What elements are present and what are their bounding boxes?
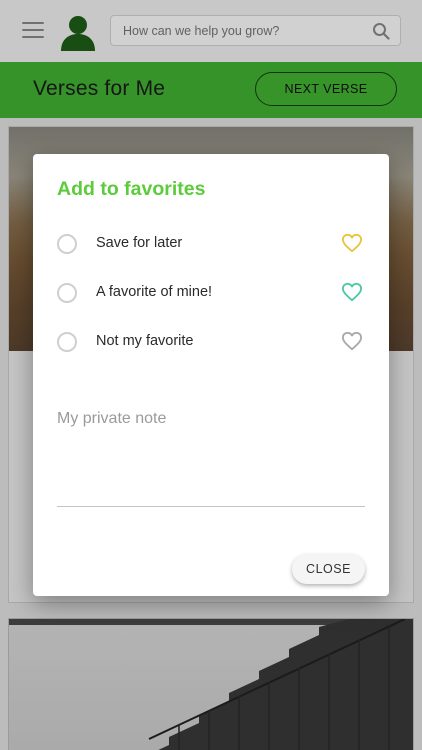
radio-button[interactable]: [57, 332, 77, 352]
note-underline: [57, 506, 365, 507]
option-label: Not my favorite: [96, 333, 194, 349]
favorites-dialog: Add to favorites Save for later A favori…: [33, 154, 389, 596]
close-button[interactable]: CLOSE: [292, 554, 365, 584]
heart-icon[interactable]: [341, 331, 363, 351]
option-label: Save for later: [96, 235, 183, 251]
option-label: A favorite of mine!: [96, 284, 213, 300]
private-note-field[interactable]: [57, 406, 365, 432]
option-favorite-of-mine[interactable]: A favorite of mine!: [33, 273, 389, 313]
radio-button[interactable]: [57, 283, 77, 303]
dialog-title: Add to favorites: [57, 178, 206, 200]
heart-icon[interactable]: [341, 233, 363, 253]
option-save-for-later[interactable]: Save for later: [33, 224, 389, 264]
option-not-my-favorite[interactable]: Not my favorite: [33, 322, 389, 362]
radio-button[interactable]: [57, 234, 77, 254]
heart-icon[interactable]: [341, 282, 363, 302]
